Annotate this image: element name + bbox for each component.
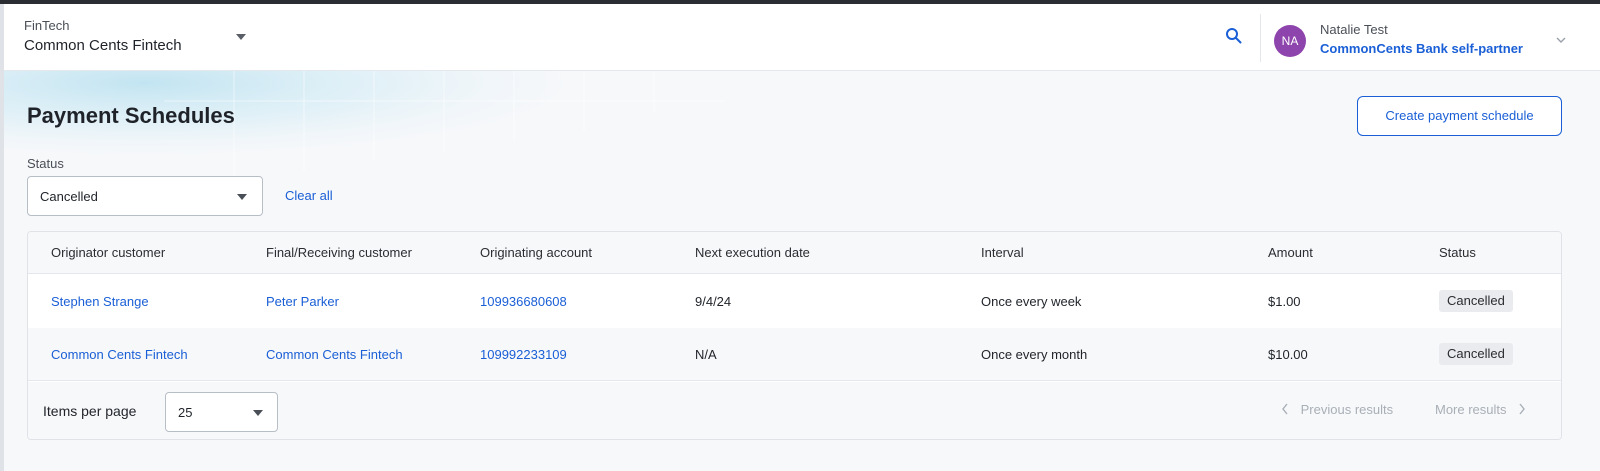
org-name: Common Cents Fintech: [24, 37, 182, 54]
column-header[interactable]: Next execution date: [695, 245, 810, 260]
status-filter-label: Status: [27, 156, 64, 171]
more-results-button[interactable]: More results: [1435, 402, 1526, 422]
originator-customer-link[interactable]: Stephen Strange: [51, 294, 149, 309]
interval: Once every month: [981, 347, 1088, 362]
amount: $1.00: [1268, 294, 1301, 309]
column-header[interactable]: Status: [1439, 245, 1476, 260]
table-header: Originator customer Final/Receiving cust…: [28, 232, 1561, 274]
app-header: FinTech Common Cents Fintech NA Natalie …: [4, 4, 1600, 71]
header-divider: [1260, 14, 1261, 62]
more-results-label: More results: [1435, 402, 1507, 417]
originating-account-link[interactable]: 109936680608: [480, 294, 567, 309]
chevron-down-icon: [236, 34, 246, 40]
receiving-customer-link[interactable]: Common Cents Fintech: [266, 347, 403, 362]
payment-schedules-table: Originator customer Final/Receiving cust…: [27, 231, 1562, 440]
user-menu[interactable]: NA Natalie Test CommonCents Bank self-pa…: [1272, 14, 1600, 64]
items-per-page-label: Items per page: [43, 403, 137, 419]
status-filter-select[interactable]: Cancelled: [27, 176, 263, 216]
receiving-customer-link[interactable]: Peter Parker: [266, 294, 339, 309]
chevron-right-icon: [1519, 403, 1526, 415]
main-content: Payment Schedules Create payment schedul…: [4, 71, 1600, 471]
avatar: NA: [1274, 25, 1306, 57]
chevron-left-icon: [1282, 403, 1288, 415]
column-header[interactable]: Interval: [981, 245, 1024, 260]
interval: Once every week: [981, 294, 1082, 309]
next-execution-date: N/A: [695, 347, 717, 362]
search-icon[interactable]: [1224, 26, 1244, 46]
chevron-down-icon: [253, 410, 263, 416]
chevron-down-icon: [1556, 37, 1566, 43]
previous-results-label: Previous results: [1300, 402, 1394, 417]
user-partner: CommonCents Bank self-partner: [1320, 41, 1523, 56]
status-badge: Cancelled: [1439, 343, 1513, 365]
chevron-down-icon: [237, 194, 247, 200]
items-per-page-select[interactable]: 25: [165, 392, 278, 432]
column-header[interactable]: Amount: [1268, 245, 1313, 260]
user-name: Natalie Test: [1320, 22, 1388, 37]
items-per-page-value: 25: [178, 405, 193, 420]
amount: $10.00: [1268, 347, 1308, 362]
originator-customer-link[interactable]: Common Cents Fintech: [51, 347, 188, 362]
clear-all-link[interactable]: Clear all: [285, 188, 333, 203]
column-header[interactable]: Final/Receiving customer: [266, 245, 412, 260]
status-badge: Cancelled: [1439, 290, 1513, 312]
originating-account-link[interactable]: 109992233109: [480, 347, 567, 362]
table-footer: Items per page 25 Previous results More …: [28, 382, 1561, 439]
create-payment-schedule-button[interactable]: Create payment schedule: [1357, 96, 1562, 136]
next-execution-date: 9/4/24: [695, 294, 732, 309]
status-filter-value: Cancelled: [40, 189, 98, 204]
column-header[interactable]: Originating account: [480, 245, 592, 260]
table-row[interactable]: Stephen Strange Peter Parker 10993668060…: [28, 275, 1561, 328]
page-title: Payment Schedules: [27, 103, 235, 128]
column-header[interactable]: Originator customer: [51, 245, 165, 260]
org-switcher[interactable]: FinTech Common Cents Fintech: [24, 16, 254, 60]
previous-results-button[interactable]: Previous results: [1281, 402, 1393, 422]
org-group-label: FinTech: [24, 18, 70, 33]
table-row[interactable]: Common Cents Fintech Common Cents Fintec…: [28, 328, 1561, 381]
